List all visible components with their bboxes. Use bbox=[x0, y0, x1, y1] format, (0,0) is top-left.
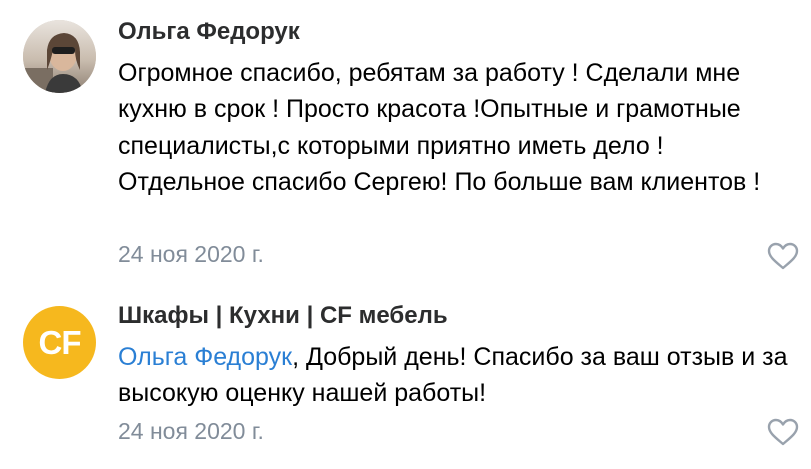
comment-author[interactable]: Ольга Федорук bbox=[118, 18, 300, 46]
heart-outline-icon[interactable] bbox=[767, 418, 799, 446]
comment-1: Ольга Федорук Огромное спасибо, ребятам … bbox=[0, 0, 811, 280]
comment-text: Огромное спасибо, ребятам за работу ! Сд… bbox=[118, 59, 761, 197]
user-avatar[interactable] bbox=[23, 20, 96, 93]
company-logo-text: CF bbox=[38, 323, 82, 361]
company-avatar[interactable]: CF bbox=[23, 306, 96, 379]
user-photo-avatar-icon bbox=[23, 20, 96, 93]
comment-2: CF Шкафы | Кухни | CF мебель Ольга Федор… bbox=[0, 280, 811, 469]
comment-text: Ольга Федорук, Добрый день! Спасибо за в… bbox=[118, 339, 788, 412]
comment-author[interactable]: Шкафы | Кухни | CF мебель bbox=[118, 302, 448, 330]
comment-date: 24 ноя 2020 г. bbox=[118, 418, 264, 444]
comment-date: 24 ноя 2020 г. bbox=[118, 241, 264, 267]
heart-outline-icon[interactable] bbox=[767, 242, 799, 270]
mention-link[interactable]: Ольга Федорук bbox=[118, 343, 292, 371]
